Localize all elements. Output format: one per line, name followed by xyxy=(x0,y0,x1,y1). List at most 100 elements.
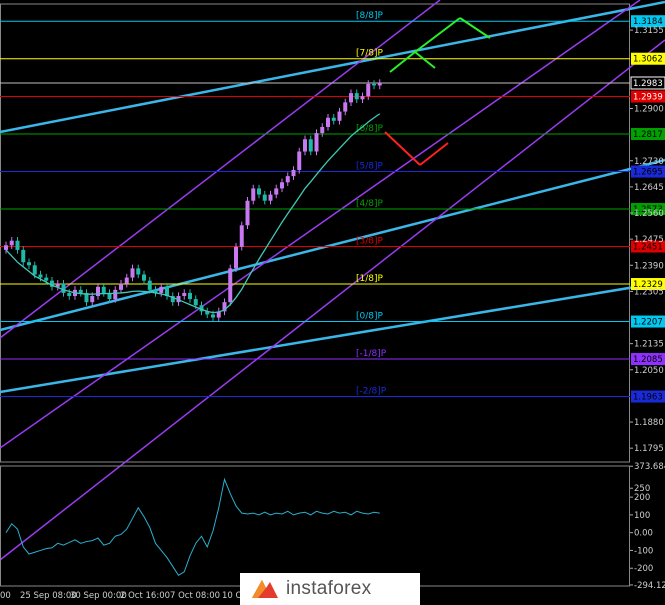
time-label-3: 2 Oct 16:00 xyxy=(120,591,170,601)
candle-body-5 xyxy=(32,265,37,275)
cci-panel-border xyxy=(0,465,630,587)
level-tag-text-9: 1.1963 xyxy=(633,393,663,403)
candle-body-2 xyxy=(15,240,20,250)
candle-body-65 xyxy=(377,82,382,86)
candle-body-20 xyxy=(119,283,123,290)
chart-svg: [8/8]P[7/8]P[6/8]P[5/8]P[4/8]P[3/8]P[1/8… xyxy=(0,0,665,601)
price-tick-label-7: 1.2305 xyxy=(634,287,664,297)
candle-body-48 xyxy=(280,182,284,189)
candle-body-44 xyxy=(257,188,261,195)
price-tick-label-9: 1.2050 xyxy=(634,366,664,376)
candle-body-42 xyxy=(245,200,250,226)
candle-body-47 xyxy=(274,188,279,195)
candle-body-4 xyxy=(27,262,31,266)
cci-tick-label-0: 373.6844 xyxy=(634,462,665,472)
price-tick-label-4: 1.2560 xyxy=(634,209,664,219)
candle-body-56 xyxy=(326,117,330,127)
logo-text: instaforex xyxy=(286,578,372,599)
candle-body-58 xyxy=(337,111,342,121)
time-label-1: 25 Sep 08:00 xyxy=(20,591,77,601)
time-axis: 00 25 Sep 08:0030 Sep 00:002 Oct 16:00 7 O… xyxy=(0,591,247,601)
candle-body-63 xyxy=(366,83,371,97)
candle-body-33 xyxy=(193,299,198,306)
instaforex-logo-mark-icon xyxy=(250,578,280,600)
current-price-tag-text: 1.2983 xyxy=(633,79,663,89)
level-label-8: [-1/8]P xyxy=(356,349,387,359)
candle-body-39 xyxy=(228,268,233,303)
level-tag-text-2: 1.2817 xyxy=(633,130,663,140)
candle-body-46 xyxy=(268,194,273,201)
level-tag-text-8: 1.2085 xyxy=(633,355,663,365)
candle-body-32 xyxy=(188,292,192,300)
candle-body-31 xyxy=(182,292,187,297)
candle-body-51 xyxy=(297,151,302,170)
level-label-0: [8/8]P xyxy=(356,11,384,21)
price-tick-label-1: 1.2900 xyxy=(634,105,664,115)
time-label-0: 00 xyxy=(0,591,11,601)
candle-body-16 xyxy=(96,286,100,297)
candle-body-49 xyxy=(285,176,290,183)
price-tick-label-6: 1.2390 xyxy=(634,261,664,271)
price-tick-label-10: 1.1880 xyxy=(634,418,664,428)
candle-body-3 xyxy=(21,249,26,263)
candle-body-24 xyxy=(142,274,146,281)
candle-body-21 xyxy=(124,277,129,284)
level-label-1: [7/8]P xyxy=(356,49,384,59)
price-tick-label-2: 1.2730 xyxy=(634,157,664,167)
candle-body-57 xyxy=(331,117,336,121)
candle-body-15 xyxy=(90,296,95,303)
candle-body-41 xyxy=(239,225,244,247)
candle-body-45 xyxy=(262,194,267,201)
candle-body-59 xyxy=(343,102,348,112)
cci-tick-label-7: -294.124 xyxy=(634,581,665,591)
price-axis: 1.31841.30621.28171.26951.25731.24511.23… xyxy=(630,15,665,454)
candle-body-27 xyxy=(159,286,164,293)
candle-body-62 xyxy=(360,96,365,100)
level-label-3: [5/8]P xyxy=(356,162,384,172)
candle-body-53 xyxy=(308,139,313,152)
price-tick-label-0: 1.3155 xyxy=(634,26,664,36)
chart-window: [8/8]P [7/8]P [6/8]P [5/8]P [4/8]P [3/8]P [1/8… xyxy=(0,0,665,605)
cci-tick-label-5: -100 xyxy=(634,546,653,556)
candle-body-36 xyxy=(211,314,215,318)
candle-body-19 xyxy=(113,289,118,300)
channel-line-1 xyxy=(0,0,641,449)
candle-body-6 xyxy=(38,274,43,278)
candle-body-25 xyxy=(147,280,152,290)
candle-body-40 xyxy=(234,246,238,269)
candle-body-43 xyxy=(251,188,256,201)
cci-tick-label-6: -200 xyxy=(634,564,653,574)
cci-tick-label-2: 200 xyxy=(634,493,650,503)
candle-body-17 xyxy=(101,286,106,293)
cci-tick-label-3: 100 xyxy=(634,511,650,521)
candle-body-61 xyxy=(354,93,359,100)
candle-body-7 xyxy=(44,277,49,281)
candle-body-0 xyxy=(4,245,8,250)
trend-channels xyxy=(0,0,665,561)
candles xyxy=(4,79,382,322)
red-arrow-seg-1 xyxy=(419,142,449,166)
price-tick-label-8: 1.2135 xyxy=(634,340,664,350)
candle-body-60 xyxy=(349,93,353,103)
time-label-4: 7 Oct 08:00 xyxy=(170,591,220,601)
candle-body-23 xyxy=(136,268,141,275)
candle-body-54 xyxy=(314,133,319,152)
green-arrow-seg-1 xyxy=(414,51,436,69)
price-tick-label-5: 1.2475 xyxy=(634,235,664,245)
candle-body-11 xyxy=(67,292,72,297)
level-label-6: [1/8]P xyxy=(356,274,384,284)
level-tag-text-3: 1.2695 xyxy=(633,168,663,178)
candle-body-13 xyxy=(78,289,83,293)
price-tick-label-3: 1.2645 xyxy=(634,183,664,193)
price-tick-label-11: 1.1795 xyxy=(634,444,664,454)
ma-line xyxy=(5,113,381,314)
regression-line-2 xyxy=(0,280,665,394)
level-label-9: [-2/8]P xyxy=(356,387,387,397)
instaforex-logo: instaforex xyxy=(240,573,420,605)
candle-body-50 xyxy=(291,169,296,177)
moving-average xyxy=(5,113,381,314)
cci-tick-label-4: 0.00 xyxy=(634,529,653,539)
candle-body-10 xyxy=(61,283,66,293)
candle-body-52 xyxy=(303,139,307,152)
level-tag-text-7: 1.2207 xyxy=(633,318,663,328)
